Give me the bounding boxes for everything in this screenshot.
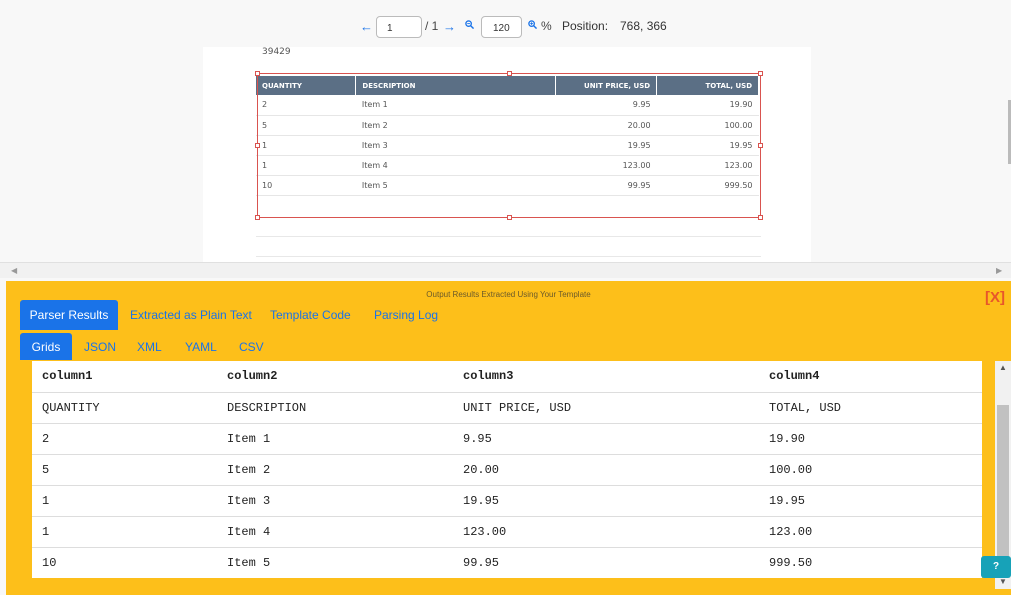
grid-header-row: column1 column2 column3 column4 [32,361,982,393]
grid-cell: 19.95 [453,485,759,517]
grid-cell: Item 1 [217,423,453,455]
grid-cell: 5 [32,454,217,486]
tab-plain-text[interactable]: Extracted as Plain Text [130,300,252,330]
scroll-up-icon[interactable]: ▲ [999,363,1007,372]
results-grid: column1 column2 column3 column4 QUANTITY… [32,361,982,578]
subtab-xml[interactable]: XML [137,333,162,360]
grid-header: column4 [759,361,982,393]
grid-cell: 9.95 [453,423,759,455]
resize-handle[interactable] [507,71,512,76]
resize-handle[interactable] [758,71,763,76]
grid-cell: 123.00 [759,516,982,548]
document-divider [256,236,761,237]
grid-row: QUANTITY DESCRIPTION UNIT PRICE, USD TOT… [32,392,982,424]
zoom-input[interactable]: 120 [481,16,522,38]
grid-cell: 123.00 [453,516,759,548]
zoom-in-icon[interactable] [528,20,538,32]
resize-handle[interactable] [758,215,763,220]
viewer-toolbar: ← 1 / 1 → 120 % Position: 768, 366 [0,14,1011,40]
grid-row: 1 Item 3 19.95 19.95 [32,485,982,517]
zoom-out-icon[interactable] [465,20,475,32]
grid-header: column1 [32,361,217,393]
grid-cell: Item 4 [217,516,453,548]
tab-parsing-log[interactable]: Parsing Log [374,300,438,330]
scrollbar-thumb[interactable] [997,405,1009,565]
scroll-down-icon[interactable]: ▼ [999,577,1007,586]
grid-cell: 99.95 [453,547,759,578]
grid-cell: 1 [32,516,217,548]
grid-cell: 19.90 [759,423,982,455]
subtab-grids[interactable]: Grids [20,333,72,360]
grid-cell: DESCRIPTION [217,392,453,424]
subtab-json[interactable]: JSON [84,333,116,360]
grid-row: 2 Item 1 9.95 19.90 [32,423,982,455]
page-number-input[interactable]: 1 [376,16,422,38]
resize-handle[interactable] [255,143,260,148]
grid-cell: 20.00 [453,454,759,486]
grid-cell: Item 5 [217,547,453,578]
resize-handle[interactable] [255,215,260,220]
grid-cell: QUANTITY [32,392,217,424]
resize-handle[interactable] [507,215,512,220]
grid-cell: 999.50 [759,547,982,578]
tab-parser-results[interactable]: Parser Results [20,300,118,330]
selection-box[interactable] [257,73,761,218]
grid-cell: TOTAL, USD [759,392,982,424]
grid-cell: 10 [32,547,217,578]
grid-cell: Item 2 [217,454,453,486]
grid-row: 5 Item 2 20.00 100.00 [32,454,982,486]
resize-handle[interactable] [255,71,260,76]
grid-header: column3 [453,361,759,393]
grid-vertical-scrollbar[interactable]: ▲ ▼ [995,361,1011,589]
results-panel: Output Results Extracted Using Your Temp… [6,281,1011,595]
resize-handle[interactable] [758,143,763,148]
grid-cell: 19.95 [759,485,982,517]
grid-cell: Item 3 [217,485,453,517]
viewer-horizontal-scrollbar[interactable]: ◀ ▶ [0,262,1011,278]
help-button[interactable]: ? [981,556,1011,578]
scroll-left-icon[interactable]: ◀ [11,266,17,275]
previous-page-icon[interactable]: ← [360,19,373,34]
subtab-csv[interactable]: CSV [239,333,264,360]
results-title: Output Results Extracted Using Your Temp… [426,290,591,299]
grid-header: column2 [217,361,453,393]
position-label: Position: [562,19,609,33]
percent-label: % [541,19,552,33]
grid-row: 1 Item 4 123.00 123.00 [32,516,982,548]
subtab-yaml[interactable]: YAML [185,333,217,360]
tab-template-code[interactable]: Template Code [270,300,351,330]
next-page-icon[interactable]: → [443,19,456,34]
grid-cell: 100.00 [759,454,982,486]
grid-cell: 1 [32,485,217,517]
grid-cell: 2 [32,423,217,455]
pdf-viewer: ← 1 / 1 → 120 % Position: 768, 366 39429… [0,0,1011,262]
close-panel-button[interactable]: [X] [985,289,1005,306]
document-number: 39429 [262,47,291,57]
scroll-right-icon[interactable]: ▶ [996,266,1002,275]
grid-cell: UNIT PRICE, USD [453,392,759,424]
position-value: 768, 366 [620,19,667,33]
page-count: / 1 [425,19,439,33]
grid-row: 10 Item 5 99.95 999.50 [32,547,982,578]
document-divider [256,256,761,257]
